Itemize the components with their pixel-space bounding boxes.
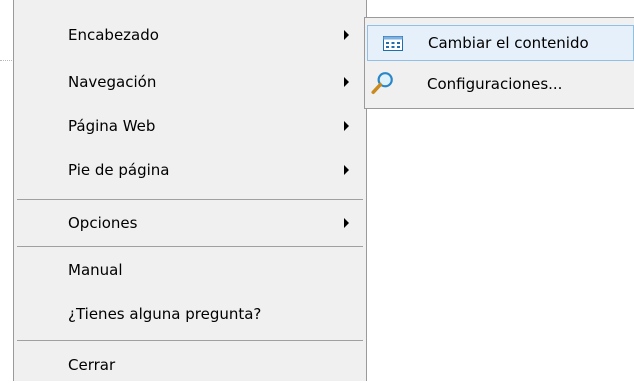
submenu-item-label: Cambiar el contenido [428,34,589,52]
menu-item-pregunta[interactable]: ¿Tienes alguna pregunta? [14,296,366,332]
submenu-arrow-icon [344,218,349,228]
submenu-arrow-icon [344,77,349,87]
menu-item-label: Pie de página [68,161,170,179]
submenu-item-configuraciones[interactable]: Configuraciones... [367,67,634,101]
menu-item-navegacion[interactable]: Navegación [14,64,366,100]
menu-item-label: Cerrar [68,356,116,374]
menu-item-pie-de-pagina[interactable]: Pie de página [14,152,366,188]
edit-content-icon [383,36,403,51]
menu-item-encabezado[interactable]: Encabezado [14,17,366,53]
menu-separator [17,340,363,341]
submenu-arrow-icon [344,30,349,40]
background-divider [0,60,12,61]
menu-item-label: ¿Tienes alguna pregunta? [68,305,262,323]
menu-item-label: Navegación [68,73,157,91]
submenu-encabezado: Cambiar el contenido Configuraciones... [364,17,634,109]
magnifier-icon [371,72,393,95]
menu-item-label: Opciones [68,214,138,232]
menu-item-cerrar[interactable]: Cerrar [14,347,366,383]
context-menu: Encabezado Navegación Página Web Pie de … [13,0,367,381]
menu-separator [17,199,363,200]
menu-item-label: Página Web [68,117,156,135]
submenu-arrow-icon [344,121,349,131]
menu-item-opciones[interactable]: Opciones [14,205,366,241]
menu-item-manual[interactable]: Manual [14,252,366,288]
submenu-item-cambiar-contenido[interactable]: Cambiar el contenido [367,25,634,61]
menu-item-pagina-web[interactable]: Página Web [14,108,366,144]
menu-separator [17,246,363,247]
submenu-item-label: Configuraciones... [427,75,563,93]
menu-item-label: Encabezado [68,26,159,44]
menu-item-label: Manual [68,261,123,279]
submenu-arrow-icon [344,165,349,175]
